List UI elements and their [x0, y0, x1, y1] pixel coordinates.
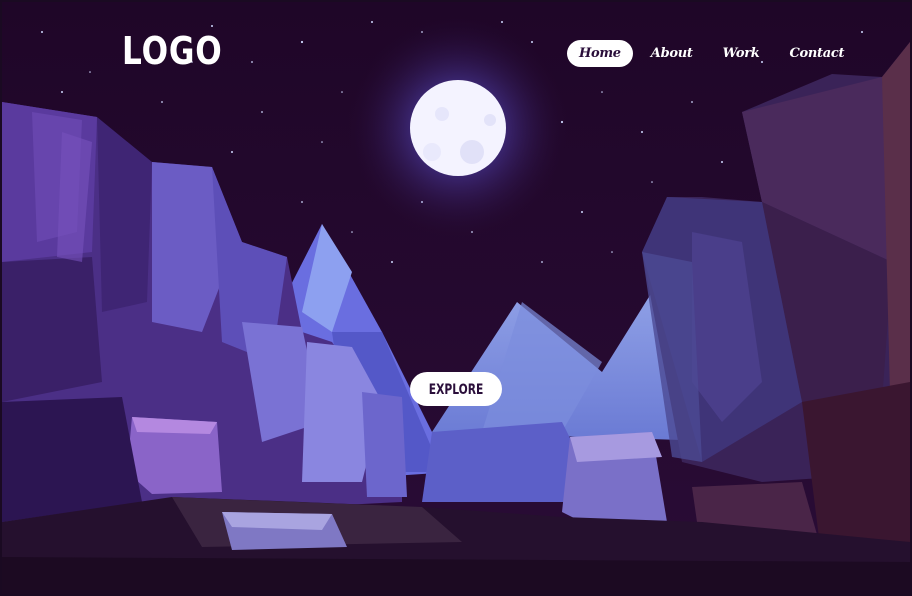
- logo[interactable]: LOGO: [122, 32, 223, 70]
- explore-button[interactable]: EXPLORE: [410, 372, 502, 406]
- landing-page: LOGO Home About Work Contact EXPLORE: [2, 2, 910, 594]
- main-nav: Home About Work Contact: [567, 40, 856, 67]
- explore-button-label: EXPLORE: [428, 382, 484, 398]
- nav-home-link[interactable]: Home: [567, 40, 633, 67]
- moon-icon: [410, 80, 506, 176]
- nav-contact-link[interactable]: Contact: [777, 40, 856, 67]
- night-canyon-illustration: [2, 2, 910, 594]
- nav-about-link[interactable]: About: [639, 40, 705, 67]
- nav-work-link[interactable]: Work: [711, 40, 772, 67]
